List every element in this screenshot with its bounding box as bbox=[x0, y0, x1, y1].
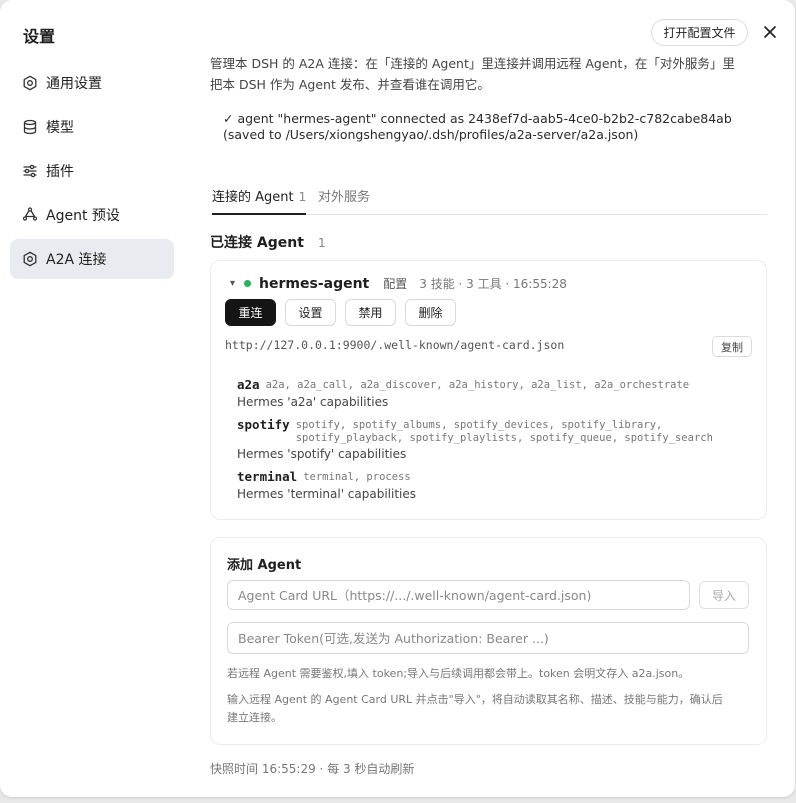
skill-tools: terminal, process bbox=[303, 469, 410, 484]
settings-dialog: 设置 打开配置文件 通用设置 模型 插件 Agent 预设 A2A 连接 管理本… bbox=[0, 0, 795, 797]
sidebar-item-general[interactable]: 通用设置 bbox=[10, 63, 174, 103]
sidebar-item-agent-presets[interactable]: Agent 预设 bbox=[10, 195, 174, 235]
snapshot-footer: 快照时间 16:55:29 · 每 3 秒自动刷新 bbox=[210, 762, 415, 776]
import-button[interactable]: 导入 bbox=[699, 581, 749, 609]
skill-name: terminal bbox=[237, 469, 298, 484]
gear-icon bbox=[22, 251, 38, 267]
section-title-label: 已连接 Agent bbox=[210, 235, 304, 251]
skill-tools: spotify, spotify_albums, spotify_devices… bbox=[296, 417, 713, 445]
bearer-token-input[interactable] bbox=[227, 622, 749, 654]
skill-item: a2a a2a, a2a_call, a2a_discover, a2a_his… bbox=[237, 377, 757, 411]
token-hint: 若远程 Agent 需要鉴权,填入 token;导入与后续调用都会带上。toke… bbox=[227, 667, 690, 680]
import-hint-line: 输入远程 Agent 的 Agent Card URL 并点击"导入"，将自动读… bbox=[227, 693, 723, 706]
intro-line: 管理本 DSH 的 A2A 连接：在「连接的 Agent」里连接并调用远程 Ag… bbox=[210, 56, 735, 71]
sidebar-item-label: 插件 bbox=[46, 164, 74, 180]
connected-count: 1 bbox=[317, 235, 326, 250]
collapse-caret-icon[interactable]: ▾ bbox=[230, 278, 235, 289]
sliders-icon bbox=[22, 163, 38, 179]
status-dot bbox=[244, 280, 252, 287]
skills-list: a2a a2a, a2a_call, a2a_discover, a2a_his… bbox=[237, 377, 757, 509]
agent-actions: 重连 设置 禁用 删除 bbox=[225, 299, 465, 326]
add-agent-card: 添加 Agent 导入 若远程 Agent 需要鉴权,填入 token;导入与后… bbox=[210, 537, 767, 745]
skill-tools-line: spotify_playback, spotify_playlists, spo… bbox=[295, 432, 713, 444]
agent-config-link[interactable]: 配置 bbox=[383, 275, 407, 292]
sidebar-item-label: 模型 bbox=[46, 120, 74, 136]
agent-header: ▾ hermes-agent 配置 3 技能 · 3 工具 · 16:55:28 bbox=[230, 275, 567, 292]
connected-agents-heading: 已连接 Agent 1 bbox=[210, 232, 326, 252]
skill-name: spotify bbox=[237, 417, 290, 432]
agent-meta: 3 技能 · 3 工具 · 16:55:28 bbox=[419, 277, 567, 291]
status-line: ✓ agent "hermes-agent" connected as 2438… bbox=[223, 111, 732, 126]
sidebar-item-plugins[interactable]: 插件 bbox=[10, 151, 174, 191]
close-icon bbox=[763, 24, 777, 43]
tab-count: 1 bbox=[298, 190, 307, 204]
skill-name: a2a bbox=[237, 377, 260, 392]
open-config-file-button[interactable]: 打开配置文件 bbox=[651, 19, 748, 46]
sidebar-item-label: Agent 预设 bbox=[46, 208, 120, 224]
agent-card-url-input[interactable] bbox=[227, 580, 690, 610]
delete-button[interactable]: 删除 bbox=[405, 299, 456, 326]
intro-line: 把本 DSH 作为 Agent 发布、并查看谁在调用它。 bbox=[210, 77, 490, 92]
sidebar-item-label: A2A 连接 bbox=[46, 252, 107, 268]
database-icon bbox=[22, 119, 38, 135]
skill-description: Hermes 'a2a' capabilities bbox=[237, 395, 389, 409]
add-agent-title: 添加 Agent bbox=[227, 558, 302, 573]
sidebar-item-label: 通用设置 bbox=[46, 76, 102, 92]
import-hint-line: 建立连接。 bbox=[227, 711, 282, 724]
tab-connected-agents[interactable]: 连接的 Agent 1 bbox=[212, 186, 307, 215]
skill-description: Hermes 'spotify' capabilities bbox=[237, 447, 407, 461]
disable-button[interactable]: 禁用 bbox=[345, 299, 396, 326]
tab-bar: 连接的 Agent 1 对外服务 bbox=[210, 182, 767, 215]
settings-sidebar: 通用设置 模型 插件 Agent 预设 A2A 连接 bbox=[10, 63, 174, 283]
reconnect-button[interactable]: 重连 bbox=[225, 299, 276, 326]
agent-card-url: http://127.0.0.1:9900/.well-known/agent-… bbox=[225, 338, 565, 352]
recycle-icon bbox=[22, 207, 38, 223]
sidebar-item-a2a[interactable]: A2A 连接 bbox=[10, 239, 174, 279]
main-panel: 管理本 DSH 的 A2A 连接：在「连接的 Agent」里连接并调用远程 Ag… bbox=[210, 50, 767, 776]
agent-settings-button[interactable]: 设置 bbox=[285, 299, 336, 326]
connection-status-message: ✓ agent "hermes-agent" connected as 2438… bbox=[223, 111, 767, 143]
tab-external-service[interactable]: 对外服务 bbox=[318, 186, 370, 213]
tab-label: 对外服务 bbox=[318, 190, 371, 205]
dialog-title: 设置 bbox=[23, 27, 56, 46]
agent-card: ▾ hermes-agent 配置 3 技能 · 3 工具 · 16:55:28… bbox=[210, 260, 767, 520]
skill-item: terminal terminal, process Hermes 'termi… bbox=[237, 469, 757, 503]
intro-text: 管理本 DSH 的 A2A 连接：在「连接的 Agent」里连接并调用远程 Ag… bbox=[210, 53, 767, 95]
close-button[interactable] bbox=[760, 23, 780, 43]
copy-button[interactable]: 复制 bbox=[712, 336, 752, 357]
skill-item: spotify spotify, spotify_albums, spotify… bbox=[237, 417, 757, 463]
sidebar-item-models[interactable]: 模型 bbox=[10, 107, 174, 147]
skill-description: Hermes 'terminal' capabilities bbox=[237, 487, 417, 501]
skill-tools: a2a, a2a_call, a2a_discover, a2a_history… bbox=[266, 377, 690, 392]
tab-label: 连接的 Agent bbox=[212, 190, 294, 205]
skill-tools-line: spotify, spotify_albums, spotify_devices… bbox=[295, 419, 663, 431]
agent-name: hermes-agent bbox=[259, 275, 370, 292]
skill-tools-line: terminal, process bbox=[303, 471, 411, 483]
import-hint: 输入远程 Agent 的 Agent Card URL 并点击"导入"，将自动读… bbox=[227, 691, 755, 727]
status-line: (saved to /Users/xiongshengyao/.dsh/prof… bbox=[223, 127, 639, 142]
gear-icon bbox=[22, 75, 38, 91]
skill-tools-line: a2a, a2a_call, a2a_discover, a2a_history… bbox=[265, 379, 690, 391]
